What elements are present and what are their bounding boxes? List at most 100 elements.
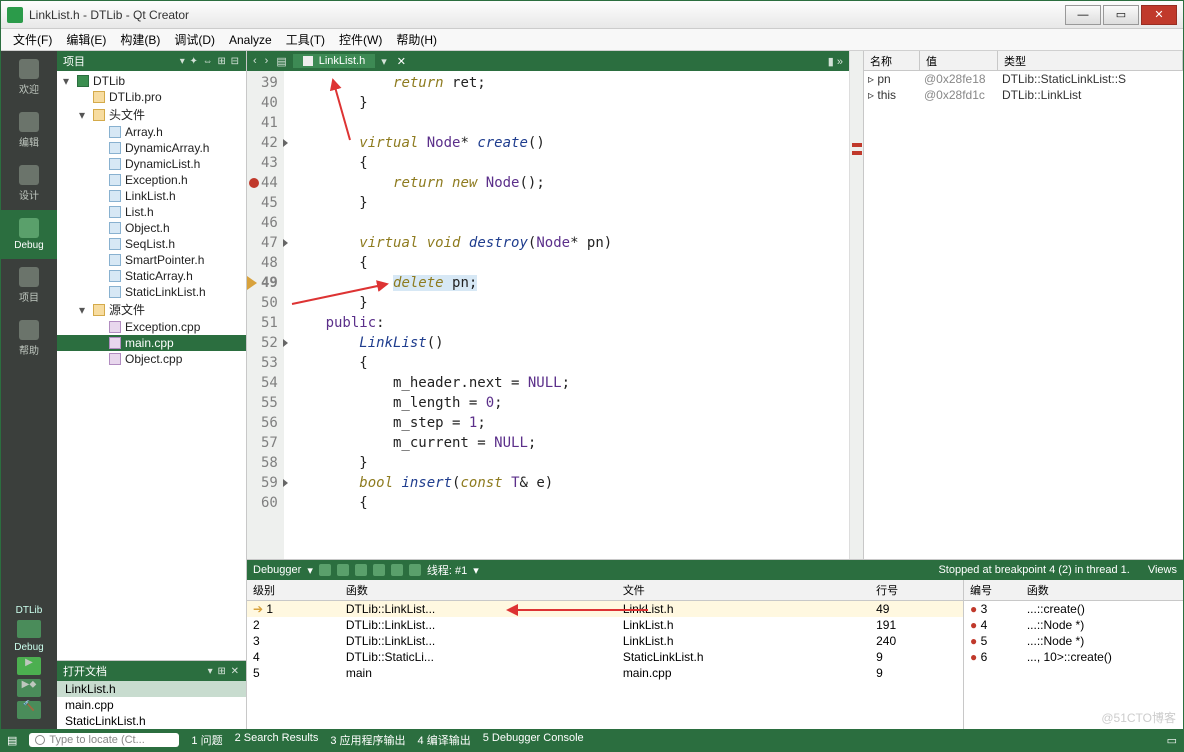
- breakpoints-view[interactable]: 编号函数 ● 3...::create()● 4...::Node *)● 5.…: [963, 580, 1183, 729]
- locals-view[interactable]: 名称 值 类型 ▹ pn@0x28fe18DTLib::StaticLinkLi…: [863, 51, 1183, 559]
- breakpoint-row[interactable]: ● 6..., 10>::create(): [964, 649, 1183, 665]
- mode-selector: 欢迎编辑设计Debug项目帮助 DTLibDebug▶▶⬥🔨: [1, 51, 57, 729]
- dbg-step-out-icon[interactable]: [391, 564, 403, 576]
- tree-node[interactable]: DynamicArray.h: [57, 140, 246, 156]
- tree-node[interactable]: DynamicList.h: [57, 156, 246, 172]
- tree-node[interactable]: Exception.cpp: [57, 319, 246, 335]
- debugger-status: Stopped at breakpoint 4 (2) in thread 1.: [938, 564, 1129, 576]
- mode-edit[interactable]: 编辑: [1, 104, 57, 157]
- mode-debug[interactable]: Debug: [1, 210, 57, 259]
- editor-tabbar: ‹ › ▤ LinkList.h ▾ ✕ ▮ »: [247, 51, 849, 71]
- tree-node[interactable]: main.cpp: [57, 335, 246, 351]
- maximize-button[interactable]: ▭: [1103, 5, 1139, 25]
- output-panel-tab[interactable]: 2 Search Results: [235, 732, 319, 748]
- menu-item[interactable]: Analyze: [223, 31, 278, 49]
- tree-node[interactable]: StaticLinkList.h: [57, 284, 246, 300]
- menu-item[interactable]: 编辑(E): [60, 29, 112, 50]
- locals-col-value[interactable]: 值: [920, 51, 998, 70]
- status-menu-icon[interactable]: ▤: [7, 734, 17, 747]
- tree-node[interactable]: LinkList.h: [57, 188, 246, 204]
- editor-split[interactable]: ▮ »: [826, 55, 845, 68]
- tab-linklist-h[interactable]: LinkList.h: [293, 54, 375, 68]
- dbg-stop-icon[interactable]: [337, 564, 349, 576]
- tab-nav-fwd[interactable]: ›: [263, 55, 271, 67]
- build-button[interactable]: 🔨: [17, 701, 41, 719]
- tab-nav-list[interactable]: ▤: [274, 55, 288, 68]
- debugger-selector-icon[interactable]: ▾: [307, 564, 313, 577]
- tree-node[interactable]: Object.h: [57, 220, 246, 236]
- project-pane-header: 项目 ▾ ✦ ⇔ ⊞ ⊟: [57, 51, 246, 71]
- dbg-step-into-icon[interactable]: [373, 564, 385, 576]
- tab-label: LinkList.h: [319, 55, 365, 67]
- tree-node[interactable]: Object.cpp: [57, 351, 246, 367]
- output-panel-tab[interactable]: 5 Debugger Console: [483, 732, 584, 748]
- locals-row[interactable]: ▹ this@0x28fd1cDTLib::LinkList: [864, 87, 1183, 103]
- mode-welcome[interactable]: 欢迎: [1, 51, 57, 104]
- run-button[interactable]: ▶: [17, 657, 41, 675]
- dbg-continue-icon[interactable]: [319, 564, 331, 576]
- dbg-step-over-icon[interactable]: [355, 564, 367, 576]
- tab-close[interactable]: ✕: [393, 55, 410, 68]
- menu-item[interactable]: 工具(T): [280, 29, 331, 50]
- status-progress-icon[interactable]: ▭: [1167, 734, 1177, 747]
- breakpoint-row[interactable]: ● 5...::Node *): [964, 633, 1183, 649]
- thread-dropdown-icon[interactable]: ▾: [473, 564, 479, 577]
- project-pane-controls[interactable]: ▾ ✦ ⇔ ⊞ ⊟: [180, 56, 240, 67]
- kit-selector[interactable]: [17, 620, 41, 638]
- tree-node[interactable]: SmartPointer.h: [57, 252, 246, 268]
- mode-help[interactable]: 帮助: [1, 312, 57, 365]
- tree-node[interactable]: Exception.h: [57, 172, 246, 188]
- locator-input[interactable]: Type to locate (Ct...: [29, 733, 179, 747]
- open-documents-pane: 打开文档 ▾ ⊞ ✕ LinkList.hmain.cppStaticLinkL…: [57, 660, 246, 729]
- debugger-views[interactable]: Views: [1148, 564, 1177, 576]
- tree-node[interactable]: StaticArray.h: [57, 268, 246, 284]
- tree-node[interactable]: ▾头文件: [57, 105, 246, 124]
- stack-row[interactable]: 3DTLib::LinkList...LinkList.h240: [247, 633, 963, 649]
- project-tree[interactable]: ▾DTLibDTLib.pro▾头文件Array.hDynamicArray.h…: [57, 71, 246, 660]
- debugger-bottom: Debugger ▾ 线程: #1 ▾ Stopped at breakpoin…: [247, 559, 1183, 729]
- tab-nav-back[interactable]: ‹: [251, 55, 259, 67]
- locals-row[interactable]: ▹ pn@0x28fe18DTLib::StaticLinkList::S: [864, 71, 1183, 87]
- locals-col-type[interactable]: 类型: [998, 51, 1183, 70]
- menu-item[interactable]: 调试(D): [168, 29, 221, 50]
- mode-projects[interactable]: 项目: [1, 259, 57, 312]
- open-docs-title: 打开文档: [63, 663, 107, 679]
- stack-view[interactable]: 级别函数文件行号 ➔ 1DTLib::LinkList...LinkList.h…: [247, 580, 963, 729]
- window-titlebar: LinkList.h - DTLib - Qt Creator — ▭ ✕: [1, 1, 1183, 29]
- menu-item[interactable]: 控件(W): [333, 29, 388, 50]
- tab-dropdown[interactable]: ▾: [379, 55, 389, 68]
- status-bar: ▤ Type to locate (Ct... 1 问题 2 Search Res…: [1, 729, 1183, 751]
- output-panel-tab[interactable]: 3 应用程序输出: [330, 732, 405, 748]
- tree-node[interactable]: List.h: [57, 204, 246, 220]
- tree-node[interactable]: DTLib.pro: [57, 89, 246, 105]
- code-editor[interactable]: 3940414243444546474849505152535455565758…: [247, 71, 849, 559]
- debugger-thread[interactable]: 线程: #1: [427, 562, 467, 578]
- menu-item[interactable]: 构建(B): [114, 29, 166, 50]
- open-doc[interactable]: main.cpp: [57, 697, 246, 713]
- menu-item[interactable]: 帮助(H): [390, 29, 443, 50]
- output-panel-tab[interactable]: 1 问题: [191, 732, 222, 748]
- search-icon: [35, 735, 45, 745]
- editor-scroll-overview[interactable]: [849, 51, 863, 559]
- menu-item[interactable]: 文件(F): [7, 29, 58, 50]
- tree-node[interactable]: SeqList.h: [57, 236, 246, 252]
- app-icon: [7, 7, 23, 23]
- open-doc[interactable]: StaticLinkList.h: [57, 713, 246, 729]
- open-docs-controls[interactable]: ▾ ⊞ ✕: [208, 666, 240, 677]
- close-button[interactable]: ✕: [1141, 5, 1177, 25]
- dbg-restart-icon[interactable]: [409, 564, 421, 576]
- file-icon: [303, 56, 313, 66]
- tree-node[interactable]: Array.h: [57, 124, 246, 140]
- output-panel-tab[interactable]: 4 编译输出: [418, 732, 471, 748]
- stack-row[interactable]: 4DTLib::StaticLi...StaticLinkList.h9: [247, 649, 963, 665]
- tree-node[interactable]: ▾源文件: [57, 300, 246, 319]
- minimize-button[interactable]: —: [1065, 5, 1101, 25]
- stack-row[interactable]: 5mainmain.cpp9: [247, 665, 963, 681]
- mode-design[interactable]: 设计: [1, 157, 57, 210]
- locals-col-name[interactable]: 名称: [864, 51, 920, 70]
- tree-node[interactable]: ▾DTLib: [57, 73, 246, 89]
- debug-button[interactable]: ▶⬥: [17, 679, 41, 697]
- breakpoint-row[interactable]: ● 4...::Node *): [964, 617, 1183, 633]
- breakpoint-row[interactable]: ● 3...::create(): [964, 601, 1183, 618]
- open-doc[interactable]: LinkList.h: [57, 681, 246, 697]
